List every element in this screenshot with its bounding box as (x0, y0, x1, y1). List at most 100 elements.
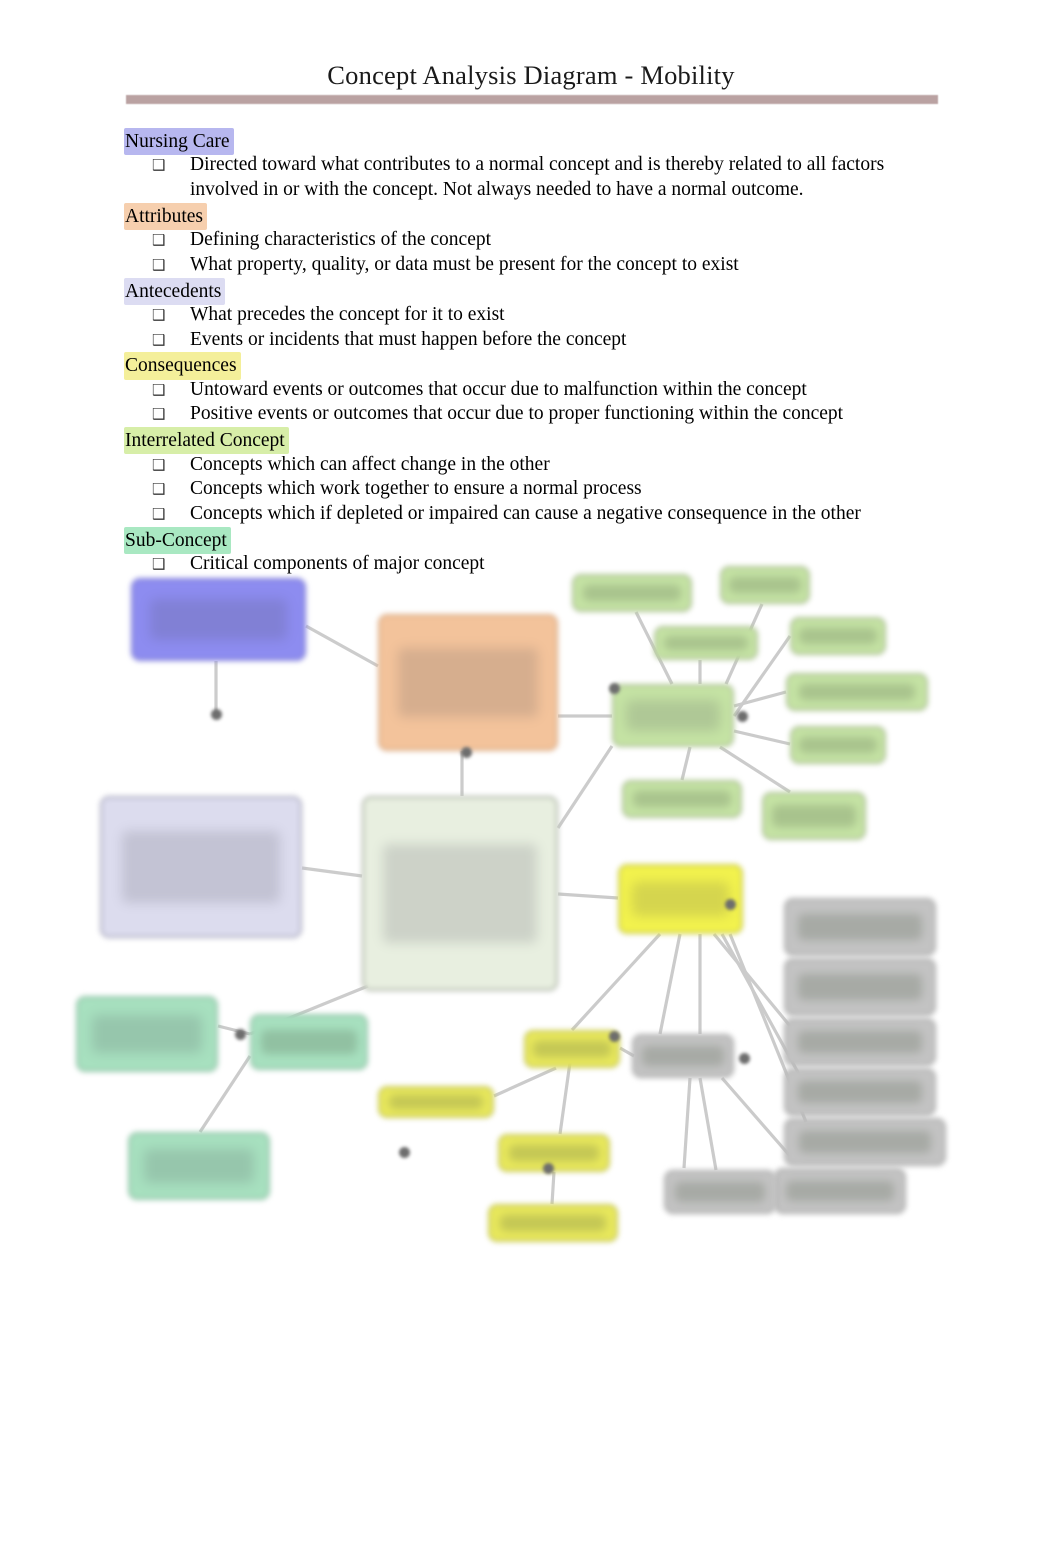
diagram-node-label (786, 1070, 934, 1114)
connector-junction-dot (737, 711, 748, 722)
outline-bullet-item: ❑ Defining characteristics of the concept (124, 228, 936, 253)
outline-category-label: Sub-Concept (124, 526, 231, 554)
diagram-node-antecedents[interactable] (100, 796, 302, 938)
diagram-node-consequences[interactable] (498, 1134, 610, 1172)
diagram-node-interrelated[interactable] (790, 726, 886, 764)
diagram-node-interrelated[interactable] (790, 617, 886, 655)
diagram-node-label (380, 616, 556, 749)
diagram-node-label (78, 998, 216, 1070)
outline-bullet-item: ❑ Untoward events or outcomes that occur … (124, 378, 936, 403)
diagram-node-consequences[interactable] (524, 1030, 620, 1068)
diagram-node-label (130, 1134, 268, 1198)
bullet-icon: ❑ (152, 255, 166, 274)
outline-category-label: Consequences (124, 352, 241, 380)
outline-bullet-item: ❑ Directed toward what contributes to a n… (124, 153, 936, 202)
bullet-text: Untoward events or outcomes that occur d… (190, 378, 807, 400)
outline-bullet-item: ❑ Concepts which work together to ensure … (124, 477, 936, 502)
diagram-node-label (764, 794, 864, 838)
outline-bullet-item: ❑ Events or incidents that must happen be… (124, 328, 936, 353)
diagram-node-label (574, 576, 690, 610)
connector-junction-dot (609, 1031, 620, 1042)
diagram-node-nursing-care-list[interactable] (784, 1068, 936, 1116)
diagram-node-interrelated[interactable] (572, 574, 692, 612)
diagram-node-nursing-care-list[interactable] (784, 1018, 936, 1066)
concept-map-diagram (0, 556, 1062, 1276)
diagram-node-sub-concept[interactable] (250, 1014, 368, 1070)
bullet-icon: ❑ (152, 455, 166, 474)
diagram-node-label (792, 619, 884, 653)
outline-category-label: Attributes (124, 202, 207, 230)
diagram-node-sub-concept[interactable] (76, 996, 218, 1072)
diagram-node-interrelated[interactable] (762, 792, 866, 840)
diagram-node-label (792, 728, 884, 762)
bullet-text-line: involved in or with the concept. Not alw… (190, 179, 804, 201)
diagram-node-label (776, 1170, 904, 1212)
outline-bullet-item: ❑ Concepts which can affect change in the… (124, 453, 936, 478)
diagram-node-sub-concept[interactable] (128, 1132, 270, 1200)
bullet-icon: ❑ (152, 504, 166, 523)
diagram-node-label (102, 798, 300, 936)
diagram-node-label (500, 1136, 608, 1170)
outline-category: Sub-Concept (124, 526, 936, 554)
diagram-node-label (526, 1032, 618, 1066)
bullet-text: Concepts which work together to ensure a… (190, 478, 642, 500)
diagram-node-interrelated[interactable] (612, 684, 734, 747)
bullet-text-line: Directed toward what contributes to a no… (190, 154, 885, 176)
bullet-text: Events or incidents that must happen bef… (190, 328, 627, 350)
bullet-text: Concepts which if depleted or impaired c… (190, 502, 861, 524)
bullet-icon: ❑ (152, 330, 166, 349)
diagram-node-consequences[interactable] (488, 1204, 618, 1242)
outline-bullet-item: ❑ Concepts which if depleted or impaired … (124, 502, 936, 527)
diagram-node-label (634, 1036, 732, 1076)
diagram-node-consequences[interactable] (618, 864, 743, 934)
bullet-icon: ❑ (152, 305, 166, 324)
diagram-node-central-concept[interactable] (362, 796, 558, 991)
connector-junction-dot (461, 747, 472, 758)
diagram-node-nursing-care-list[interactable] (784, 1118, 946, 1166)
diagram-node-label (133, 580, 304, 659)
diagram-node-nursing-care-list[interactable] (774, 1168, 906, 1214)
diagram-node-label (364, 798, 556, 989)
outline-category-label: Interrelated Concept (124, 427, 289, 455)
outline-category-label: Antecedents (124, 277, 226, 305)
diagram-node-label (786, 960, 934, 1014)
bullet-icon: ❑ (152, 380, 166, 399)
diagram-node-interrelated[interactable] (654, 626, 758, 660)
connector-junction-dot (235, 1029, 246, 1040)
outline-category: Antecedents (124, 277, 936, 305)
diagram-node-consequences[interactable] (378, 1086, 494, 1118)
connector-junction-dot (739, 1053, 750, 1064)
title-divider (126, 95, 938, 104)
outline-category: Attributes (124, 202, 936, 230)
diagram-node-interrelated[interactable] (622, 780, 742, 818)
diagram-node-nursing-care-list[interactable] (784, 898, 936, 956)
outline-category: Nursing Care (124, 128, 936, 156)
diagram-node-label (620, 866, 741, 932)
diagram-node-interrelated[interactable] (786, 673, 928, 711)
outline-bullet-item: ❑ What property, quality, or data must be… (124, 253, 936, 278)
diagram-node-interrelated[interactable] (720, 566, 810, 604)
connector-junction-dot (725, 899, 736, 910)
diagram-node-label (252, 1016, 366, 1068)
diagram-node-label (624, 782, 740, 816)
diagram-node-label (786, 1020, 934, 1064)
diagram-node-nursing-care-list[interactable] (784, 958, 936, 1016)
outline-list: Nursing Care ❑ Directed toward what contri… (124, 128, 936, 577)
bullet-icon: ❑ (152, 156, 166, 175)
bullet-text: Defining characteristics of the concept (190, 229, 492, 251)
connector-junction-dot (543, 1163, 554, 1174)
bullet-icon: ❑ (152, 480, 166, 499)
diagram-node-label (656, 628, 756, 658)
connector-junction-dot (609, 683, 620, 694)
outline-bullet-item: ❑ What precedes the concept for it to exi… (124, 303, 936, 328)
document-page: Concept Analysis Diagram - Mobility Nurs… (0, 0, 1062, 1556)
diagram-node-attributes[interactable] (378, 614, 558, 751)
bullet-text: What precedes the concept for it to exis… (190, 303, 505, 325)
diagram-node-nursing-care-list[interactable] (632, 1034, 734, 1078)
diagram-node-label (614, 686, 732, 745)
bullet-text: Directed toward what contributes to a no… (190, 153, 936, 202)
diagram-node-nursing-care-list[interactable] (664, 1170, 776, 1214)
diagram-node-label (788, 675, 926, 709)
diagram-node-nursing-care[interactable] (131, 578, 306, 661)
diagram-node-label (786, 1120, 944, 1164)
